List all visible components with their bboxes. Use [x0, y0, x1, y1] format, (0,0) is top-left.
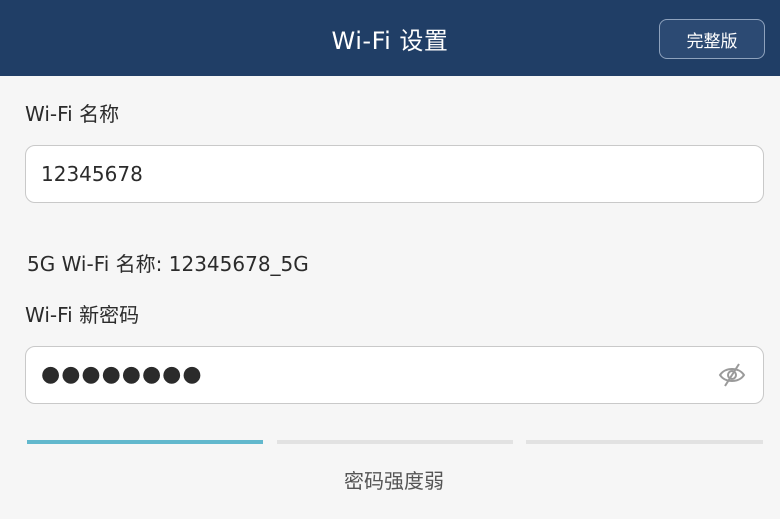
password-label: Wi-Fi 新密码	[25, 303, 140, 327]
strength-bar-3	[526, 440, 763, 444]
ssid-5g-text: 5G Wi-Fi 名称: 12345678_5G	[27, 252, 309, 276]
ssid-label: Wi-Fi 名称	[25, 102, 120, 126]
password-input-value: ●●●●●●●●	[41, 362, 203, 387]
ssid-input-value: 12345678	[41, 162, 143, 186]
ssid-input[interactable]: 12345678	[25, 145, 764, 203]
strength-bar-2	[277, 440, 513, 444]
password-input[interactable]: ●●●●●●●●	[25, 346, 764, 404]
page-title: Wi-Fi 设置	[331, 26, 449, 55]
strength-bar-1	[27, 440, 263, 444]
password-strength-text: 密码强度弱	[344, 469, 444, 493]
header-bar: Wi-Fi 设置 完整版	[0, 0, 780, 76]
full-version-button[interactable]: 完整版	[659, 19, 765, 59]
eye-hidden-icon[interactable]	[717, 362, 747, 388]
